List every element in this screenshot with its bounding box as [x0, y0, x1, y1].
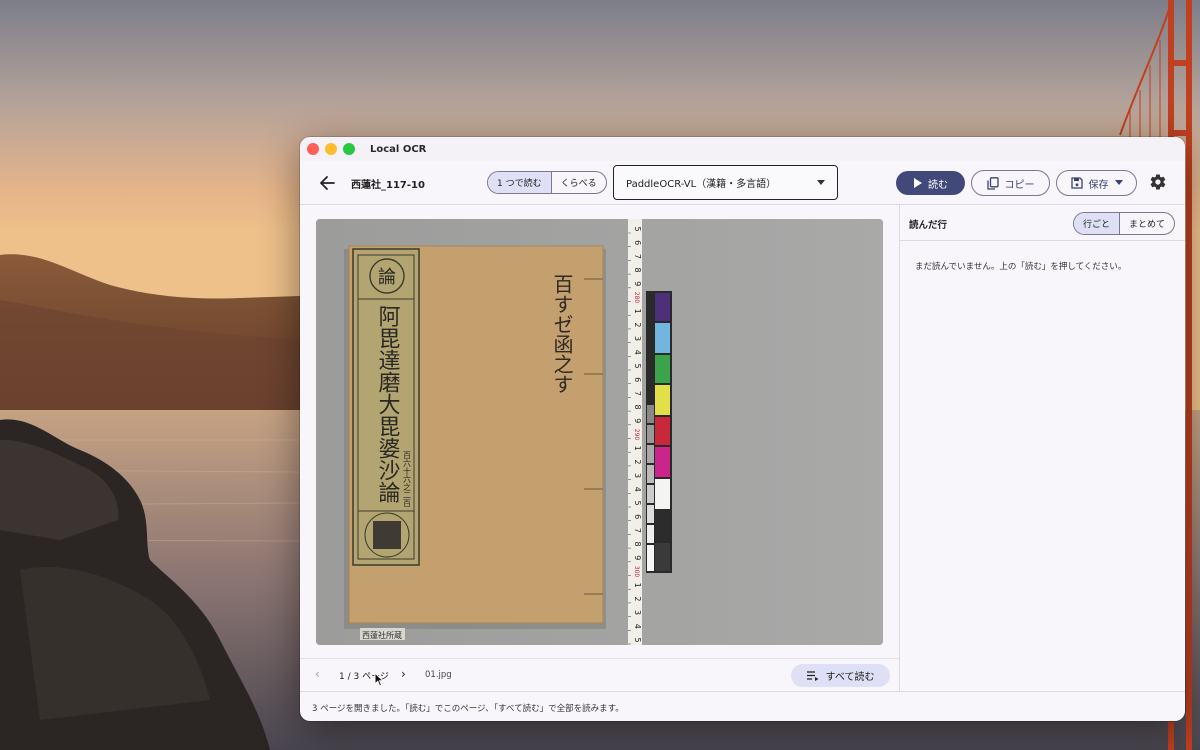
dropdown-caret-icon [817, 180, 825, 185]
ruler-mark: 3 [633, 610, 642, 615]
zoom-window-button[interactable] [343, 143, 355, 155]
color-calibration-chart [646, 291, 672, 573]
ruler-mark: 8 [633, 268, 642, 273]
window-title: Local OCR [370, 143, 427, 155]
ruler-mark: 300 [633, 566, 640, 578]
cover-subtitle: 百六十六之二百 [403, 451, 412, 508]
play-icon [914, 178, 922, 188]
ruler-mark: 5 [633, 226, 642, 231]
ruler-mark: 7 [633, 254, 642, 259]
view-tab-per-line[interactable]: 行ごと [1074, 213, 1120, 234]
ruler-mark: 4 [633, 624, 642, 629]
ownership-stamp: 西蓮社所蔵 [362, 630, 402, 640]
ruler-mark: 6 [633, 377, 642, 382]
empty-state-message: まだ読んでいません。上の「読む」を押してください。 [915, 262, 1127, 272]
ruler-mark: 280 [633, 292, 640, 304]
ruler-mark: 1 [633, 446, 642, 451]
title-bar: Local OCR [300, 137, 1185, 161]
ruler-mark: 4 [633, 487, 642, 492]
ruler-mark: 8 [633, 542, 642, 547]
cover-small-char: 論 [378, 267, 396, 288]
model-select-value: PaddleOCR-VL（漢籍・多言語） [626, 179, 777, 190]
gear-icon[interactable] [1149, 173, 1167, 191]
save-button[interactable]: 保存 [1056, 170, 1137, 196]
read-all-button-label: すべて読む [825, 672, 875, 683]
ruler-mark: 6 [633, 240, 642, 245]
ruler-mark: 2 [633, 459, 642, 464]
ruler-mark: 8 [633, 405, 642, 410]
ruler-mark: 7 [633, 391, 642, 396]
back-button[interactable] [318, 173, 338, 193]
previous-page-button[interactable]: ‹ [315, 667, 320, 681]
copy-button[interactable]: コピー [971, 170, 1050, 196]
app-window: Local OCR 西蓮社_117-10 1 つで読む くらべる PaddleO… [300, 137, 1185, 721]
ruler-mark: 2 [633, 322, 642, 327]
arrow-left-icon [320, 176, 335, 190]
list-read-icon [806, 670, 819, 681]
ruler-mark: 1 [633, 583, 642, 588]
cover-title: 阿毘達磨大毘婆沙論 [375, 305, 401, 503]
next-page-button[interactable]: › [401, 667, 406, 681]
ruler-mark: 6 [633, 514, 642, 519]
scanned-page-image: 論 阿毘達磨大毘婆沙論 百六十六之二百 百すゼ函之す 西蓮社所蔵 5678928… [316, 219, 883, 645]
ruler-mark: 9 [633, 281, 642, 286]
pane-divider[interactable] [899, 205, 900, 691]
ruler-mark: 1 [633, 309, 642, 314]
close-window-button[interactable] [307, 143, 319, 155]
mode-tab-compare[interactable]: くらべる [550, 172, 606, 193]
mouse-cursor-icon [374, 672, 384, 687]
copy-button-label: コピー [1004, 179, 1035, 191]
status-text: 3 ページを開きました。「読む」でこのページ、「すべて読む」で全部を読みます。 [312, 704, 624, 714]
document-title: 西蓮社_117-10 [351, 180, 425, 191]
view-toggle: 行ごと まとめて [1073, 212, 1176, 235]
model-select[interactable]: PaddleOCR-VL（漢籍・多言語） [613, 165, 838, 200]
ruler-mark: 7 [633, 528, 642, 533]
ruler-mark: 2 [633, 596, 642, 601]
ruler-mark: 9 [633, 555, 642, 560]
cover-handwriting: 百すゼ函之す [550, 274, 574, 394]
page-image-viewer[interactable]: 論 阿毘達磨大毘婆沙論 百六十六之二百 百すゼ函之す 西蓮社所蔵 5 6 7 8 9 28… [316, 219, 883, 645]
toolbar: 西蓮社_117-10 1 つで読む くらべる PaddleOCR-VL（漢籍・多… [300, 161, 1185, 205]
read-button-label: 読む [928, 179, 948, 191]
read-all-button[interactable]: すべて読む [791, 664, 890, 687]
mode-tab-single[interactable]: 1 つで読む [488, 172, 551, 193]
panel-divider [900, 240, 1185, 241]
lines-panel-heading: 読んだ行 [909, 220, 948, 231]
save-button-label: 保存 [1088, 179, 1109, 191]
mode-toggle: 1 つで読む くらべる [487, 171, 607, 194]
ruler-mark: 4 [633, 350, 642, 355]
chevron-down-icon [1114, 180, 1123, 185]
minimize-window-button[interactable] [325, 143, 337, 155]
ruler-mark: 5 [633, 363, 642, 368]
ruler-mark: 3 [633, 473, 642, 478]
file-name: 01.jpg [425, 670, 452, 680]
save-disk-icon [1070, 177, 1083, 189]
pager-bar: ‹ 1 / 3 ページ › 01.jpg すべて読む [300, 658, 899, 691]
ruler-mark: 3 [633, 336, 642, 341]
ruler-mark: 9 [633, 418, 642, 423]
ruler-mark: 5 [633, 637, 642, 642]
view-tab-combined[interactable]: まとめて [1119, 213, 1174, 234]
read-button[interactable]: 読む [896, 171, 965, 195]
status-bar: 3 ページを開きました。「読む」でこのページ、「すべて読む」で全部を読みます。 [300, 691, 1185, 721]
copy-icon [986, 176, 999, 190]
ruler-mark: 5 [633, 500, 642, 505]
ruler-mark: 290 [633, 429, 640, 441]
